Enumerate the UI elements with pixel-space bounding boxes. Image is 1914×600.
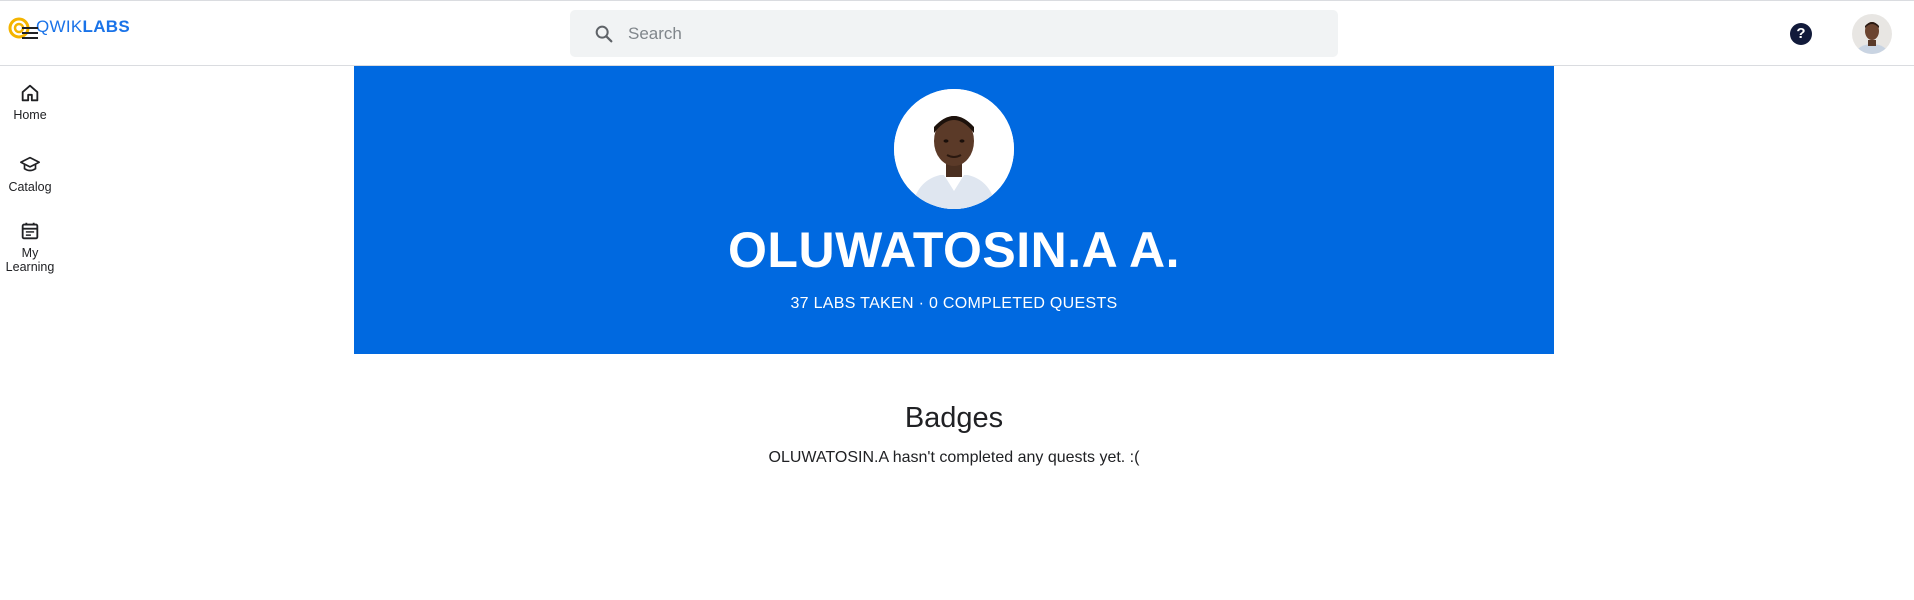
profile-name: OLUWATOSIN.A A. xyxy=(728,222,1180,278)
search-bar[interactable] xyxy=(570,10,1338,57)
sidebar-item-catalog[interactable]: Catalog xyxy=(0,154,60,194)
sidebar-item-label: Catalog xyxy=(8,180,52,194)
profile-avatar xyxy=(894,89,1014,209)
home-icon xyxy=(19,82,41,104)
badges-heading: Badges xyxy=(904,402,1004,434)
search-input[interactable] xyxy=(628,23,1308,44)
search-icon xyxy=(580,23,628,45)
menu-icon[interactable] xyxy=(22,27,38,39)
logo-text: QWIKLABS xyxy=(36,16,131,36)
calendar-icon xyxy=(19,220,41,242)
graduation-cap-icon xyxy=(19,154,41,176)
top-bar: QWIKLABS ? xyxy=(0,0,1914,66)
sidebar-item-label: Home xyxy=(13,108,47,122)
profile-stats: 37 LABS TAKEN · 0 COMPLETED QUESTS xyxy=(790,295,1118,312)
user-avatar[interactable] xyxy=(1852,14,1892,54)
help-icon[interactable]: ? xyxy=(1790,23,1812,45)
sidebar-item-my-learning[interactable]: My Learning xyxy=(0,220,60,274)
profile-banner: OLUWATOSIN.A A. 37 LABS TAKEN · 0 COMPLE… xyxy=(354,66,1554,354)
sidebar-item-label: My Learning xyxy=(5,246,55,274)
sidebar-item-home[interactable]: Home xyxy=(0,82,60,122)
badges-empty-message: OLUWATOSIN.A hasn't completed any quests… xyxy=(768,449,1140,466)
